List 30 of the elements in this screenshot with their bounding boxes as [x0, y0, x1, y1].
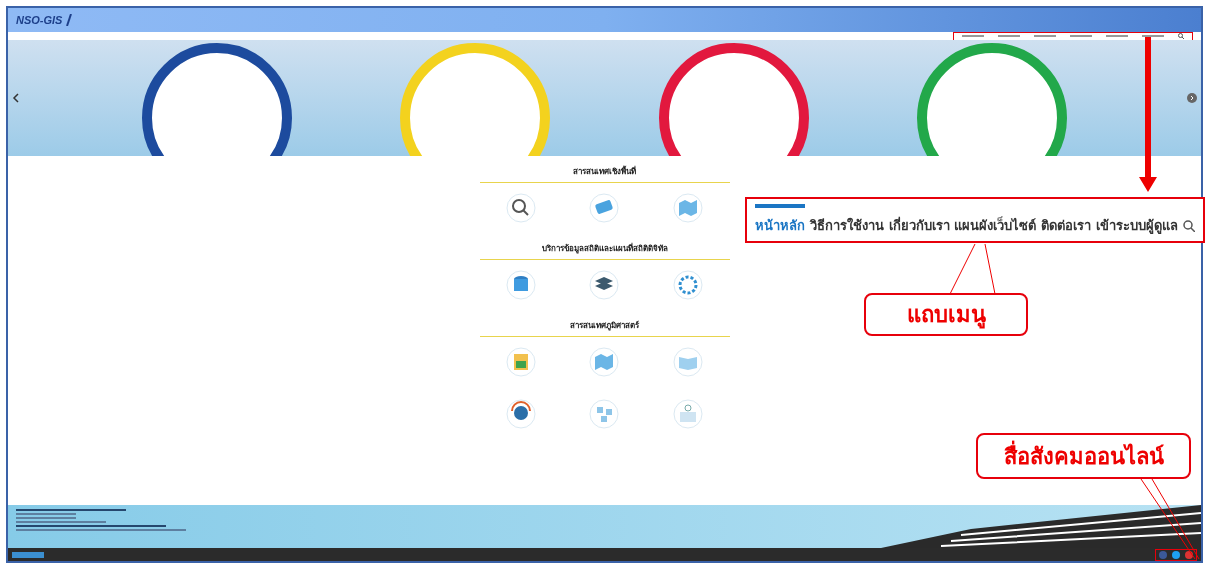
search-icon[interactable]	[1178, 33, 1184, 39]
phone-icon[interactable]	[589, 193, 620, 223]
book-icon[interactable]	[672, 347, 703, 377]
nav-link[interactable]: ติดต่อเรา	[1041, 204, 1092, 236]
gear-icon[interactable]	[672, 270, 703, 300]
slash-icon	[66, 14, 73, 26]
map-icon[interactable]	[672, 193, 703, 223]
section-title: บริการข้อมูลสถิติและแผนที่สถิติดิจิทัล	[541, 245, 668, 253]
callout-label: แถบเมนู	[864, 293, 1028, 336]
network-icon[interactable]	[589, 399, 620, 429]
site-logo[interactable]: NSO-GIS	[16, 11, 63, 29]
layers-icon[interactable]	[589, 270, 620, 300]
nav-link[interactable]: วิธีการใช้งาน	[809, 204, 884, 236]
nav-link[interactable]: เกี่ยวกับเรา	[888, 204, 950, 236]
section-title: สารสนเทศภูมิศาสตร์	[570, 322, 639, 330]
map-icon[interactable]	[589, 347, 620, 377]
callout-label: สื่อสังคมออนไลน์	[976, 433, 1191, 479]
search-icon[interactable]	[1182, 220, 1195, 232]
chart-icon[interactable]	[506, 347, 537, 377]
magnifier-icon[interactable]	[506, 193, 537, 223]
nav-link[interactable]: เข้าระบบผู้ดูแล	[1096, 204, 1179, 236]
language-button[interactable]	[12, 551, 44, 558]
nav-link[interactable]: แผนผังเว็บไซต์	[954, 204, 1037, 236]
database-icon[interactable]	[506, 270, 537, 300]
facebook-icon[interactable]	[1159, 550, 1167, 559]
next-arrow-icon[interactable]	[1187, 93, 1197, 103]
head-icon[interactable]	[506, 399, 537, 429]
nav-link[interactable]: หน้าหลัก	[755, 204, 805, 236]
twitter-icon[interactable]	[1172, 550, 1180, 559]
mail-icon[interactable]	[1185, 550, 1193, 559]
